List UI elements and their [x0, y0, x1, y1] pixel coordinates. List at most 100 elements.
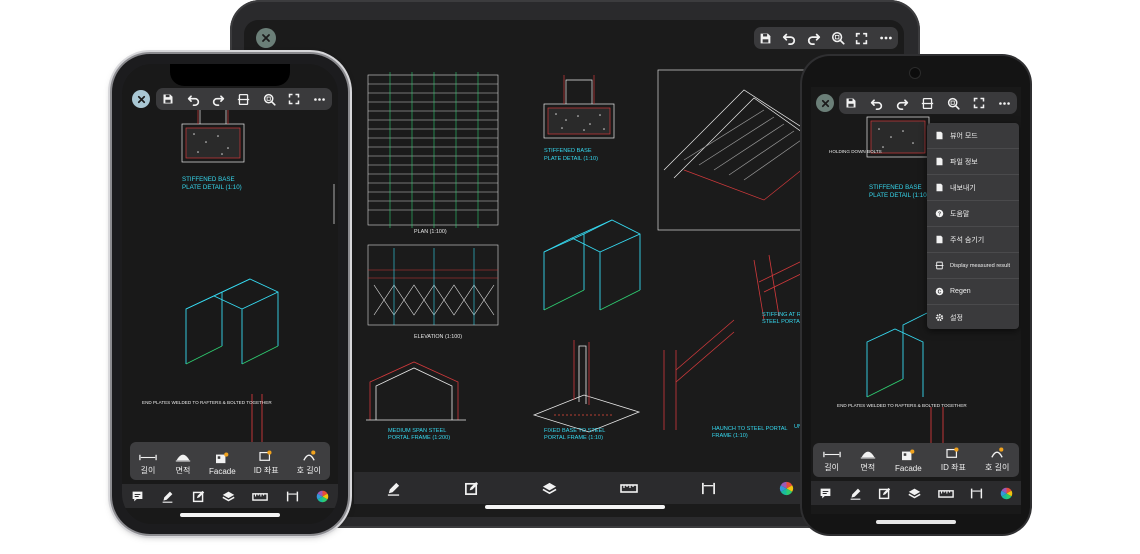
menu-item-settings[interactable]: 설정	[927, 305, 1019, 330]
android-comment-button[interactable]	[819, 487, 832, 500]
iphone-section-button[interactable]	[237, 93, 250, 106]
menu-item-file-info[interactable]: 파일 정보	[927, 149, 1019, 175]
measure-length-label: 길이	[140, 466, 156, 475]
menu-item-help[interactable]: 도움말	[927, 201, 1019, 227]
iphone-layers-button[interactable]	[222, 490, 235, 503]
iphone-more-button[interactable]	[313, 93, 326, 106]
layers-icon	[542, 481, 557, 496]
undo-button[interactable]	[782, 31, 796, 45]
dimension-button[interactable]	[701, 481, 716, 496]
android-measure-facade-tool[interactable]: Facade	[895, 449, 922, 473]
measure-facade-tool[interactable]: Facade	[209, 452, 236, 476]
iphone-comment-button[interactable]	[131, 490, 144, 503]
ruler-icon	[252, 491, 268, 502]
base-plate-detail	[543, 75, 615, 139]
pencil-button[interactable]	[386, 481, 401, 496]
label-medium-span-2: PORTAL FRAME (1:200)	[388, 435, 450, 441]
android-undo-button[interactable]	[870, 97, 883, 110]
measure-area-tool[interactable]: 면적	[175, 452, 191, 476]
android-bottom-toolbar	[811, 481, 1021, 505]
android-ruler-button[interactable]	[938, 488, 954, 499]
iphone-ruler-button[interactable]	[252, 491, 268, 502]
android-measure-area-tool[interactable]: 면적	[860, 449, 876, 473]
menu-item-export[interactable]: 내보내기	[927, 175, 1019, 201]
android-home-indicator[interactable]	[876, 520, 956, 524]
close-button[interactable]	[256, 28, 276, 48]
menu-item-display-result[interactable]: Display measured result	[927, 253, 1019, 279]
measure-length-tool[interactable]: 길이	[139, 453, 157, 476]
iphone-save-button[interactable]	[162, 93, 174, 105]
android-measure-tools-panel: 길이 면적 Facade ID 좌표 호 길이	[813, 443, 1019, 477]
section-icon	[921, 97, 934, 110]
android-top-toolbar	[839, 92, 1017, 114]
measure-length-label: 길이	[824, 463, 839, 472]
android-label-stiffened-base: STIFFENED BASE	[869, 184, 922, 191]
more-button[interactable]	[879, 31, 893, 45]
export-icon	[935, 183, 944, 192]
more-icon	[313, 93, 326, 106]
iphone-label-end-plates: END PLATES WELDED TO RAFTERS & BOLTED TO…	[142, 400, 272, 405]
color-button[interactable]	[779, 481, 794, 496]
iphone-zoom-button[interactable]	[263, 93, 276, 106]
id-coordinate-icon	[259, 450, 273, 462]
zoom-button[interactable]	[831, 31, 845, 45]
android-label-plate-detail: PLATE DETAIL (1:10)	[869, 192, 929, 199]
android-pencil-button[interactable]	[849, 487, 862, 500]
menu-item-regen[interactable]: Regen	[927, 279, 1019, 305]
top-toolbar	[754, 27, 898, 49]
menu-item-viewer-mode[interactable]: 뷰어 모드	[927, 123, 1019, 149]
pencil-icon	[849, 487, 862, 500]
iphone-redo-button[interactable]	[212, 93, 225, 106]
ruler-button[interactable]	[620, 482, 638, 494]
fullscreen-icon	[855, 32, 868, 45]
iphone-home-indicator[interactable]	[180, 513, 280, 517]
android-section-button[interactable]	[921, 97, 934, 110]
measure-arc-tool[interactable]: 호 길이	[297, 450, 321, 476]
android-more-button[interactable]	[998, 97, 1011, 110]
home-indicator[interactable]	[485, 505, 665, 509]
color-wheel-icon	[316, 490, 329, 503]
area-icon	[860, 449, 876, 459]
iphone-edit-box-button[interactable]	[192, 490, 205, 503]
comment-icon	[131, 490, 144, 503]
elevation-drawing	[367, 244, 499, 326]
android-close-button[interactable]	[816, 94, 834, 112]
iphone-undo-button[interactable]	[187, 93, 200, 106]
save-button[interactable]	[759, 32, 772, 45]
android-redo-button[interactable]	[896, 97, 909, 110]
android-dimension-button[interactable]	[970, 487, 983, 500]
fullscreen-icon	[973, 97, 985, 109]
iphone-label-plate-detail: PLATE DETAIL (1:10)	[182, 184, 242, 191]
android-save-button[interactable]	[845, 97, 857, 109]
iphone-pencil-button[interactable]	[161, 490, 174, 503]
more-options-menu: 뷰어 모드 파일 정보 내보내기 도움말 주석 숨기기 Display meas…	[927, 123, 1019, 329]
android-fullscreen-button[interactable]	[973, 97, 985, 109]
undo-icon	[870, 97, 883, 110]
android-layers-button[interactable]	[908, 487, 921, 500]
menu-item-hide-annotation[interactable]: 주석 숨기기	[927, 227, 1019, 253]
android-zoom-button[interactable]	[947, 97, 960, 110]
android-measure-id-tool[interactable]: ID 좌표	[941, 447, 966, 473]
iphone-fullscreen-button[interactable]	[288, 93, 300, 105]
redo-button[interactable]	[807, 31, 821, 45]
ruler-length-icon	[823, 450, 841, 459]
haunch-drawing	[663, 254, 810, 430]
android-measure-length-tool[interactable]: 길이	[823, 450, 841, 473]
label-haunch-1: HAUNCH TO STEEL PORTAL	[712, 426, 788, 432]
iphone-iso-frame	[185, 278, 279, 444]
android-color-button[interactable]	[1000, 487, 1013, 500]
dimension-icon	[286, 490, 299, 503]
edit-box-button[interactable]	[464, 481, 479, 496]
iphone-color-button[interactable]	[316, 490, 329, 503]
iphone-dimension-button[interactable]	[286, 490, 299, 503]
fullscreen-button[interactable]	[855, 32, 868, 45]
android-measure-arc-tool[interactable]: 호 길이	[985, 447, 1009, 473]
iphone-close-button[interactable]	[132, 90, 150, 108]
android-edit-box-button[interactable]	[878, 487, 891, 500]
color-wheel-icon	[1000, 487, 1013, 500]
save-icon	[759, 32, 772, 45]
measure-id-tool[interactable]: ID 좌표	[254, 450, 279, 476]
layers-button[interactable]	[542, 481, 557, 496]
more-icon	[879, 31, 893, 45]
menu-item-label: 도움말	[950, 210, 970, 218]
